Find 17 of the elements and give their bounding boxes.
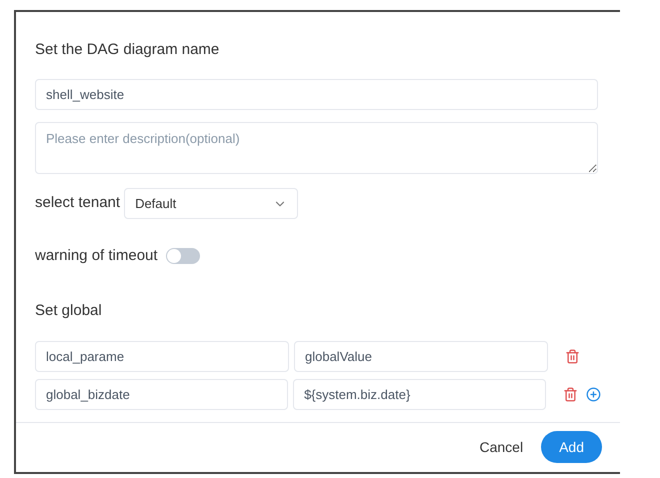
add-icon[interactable] [586, 387, 601, 402]
param-value-field[interactable]: ${system.biz.date} [293, 379, 546, 410]
param-value-field[interactable]: globalValue [294, 341, 548, 372]
param-key-field[interactable]: local_parame [35, 341, 289, 372]
tenant-select[interactable]: Default [124, 188, 298, 219]
cancel-button[interactable]: Cancel [475, 431, 528, 463]
delete-icon[interactable] [565, 349, 580, 364]
name-input-field[interactable]: shell_website [35, 79, 598, 110]
param-key-field[interactable]: global_bizdate [35, 379, 288, 410]
timeout-switch[interactable] [166, 248, 200, 264]
delete-icon[interactable] [563, 387, 578, 402]
name-heading: Set the DAG diagram name [35, 40, 220, 60]
timeout-label: warning of timeout [35, 246, 158, 266]
description-field[interactable]: Please enter description(optional) [35, 122, 598, 174]
tenant-label: select tenant [35, 193, 120, 214]
add-button[interactable]: Add [541, 431, 602, 463]
global-heading: Set global [35, 300, 103, 320]
